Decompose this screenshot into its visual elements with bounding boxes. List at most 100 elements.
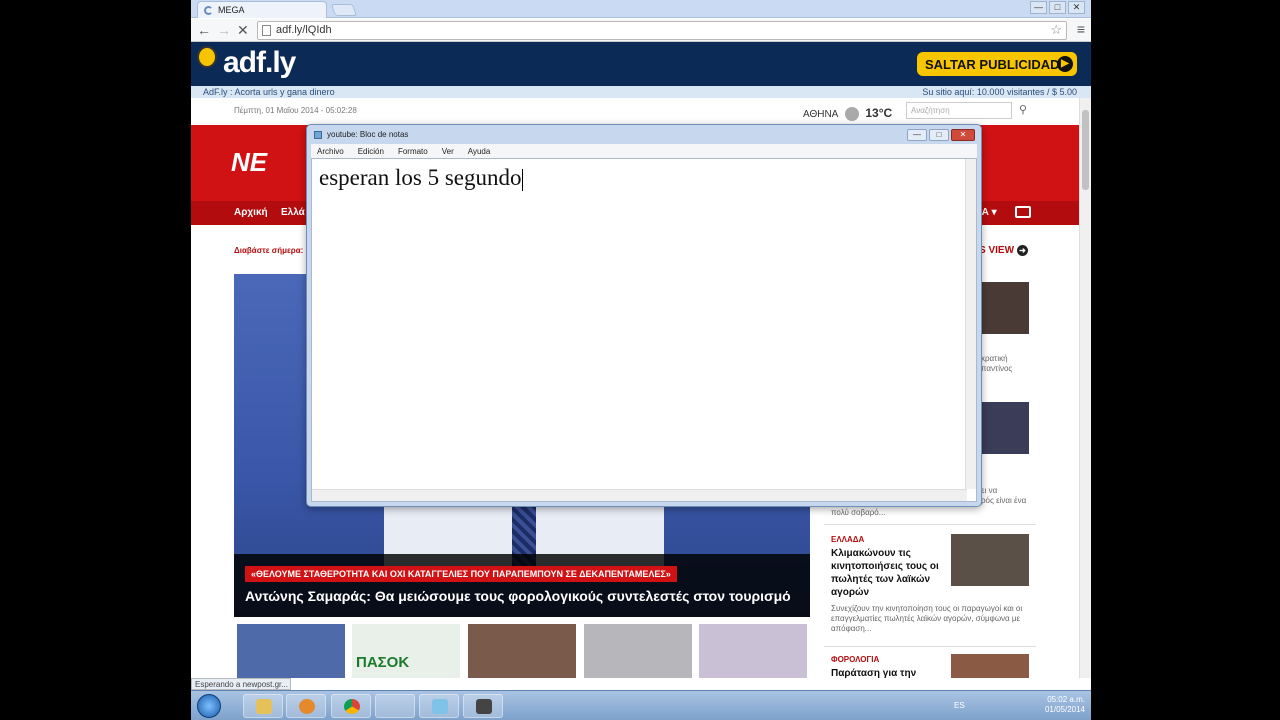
hero-caption: «ΘΕΛΟΥΜΕ ΣΤΑΘΕΡΟΤΗΤΑ ΚΑΙ ΟΧΙ ΚΑΤΑΓΓΕΛΙΕΣ…	[234, 554, 810, 617]
site-date: Πέμπτη, 01 Μαΐου 2014 - 05:02:28	[234, 106, 357, 115]
nav-home[interactable]: Αρχική	[234, 207, 268, 218]
chrome-icon	[344, 699, 360, 714]
taskbar: ES 05:02 a.m. 01/05/2014	[191, 690, 1091, 720]
menu-formato[interactable]: Formato	[398, 147, 428, 158]
site-logo[interactable]: NE	[231, 147, 267, 178]
page-scrollbar[interactable]	[1079, 98, 1091, 678]
skip-ad-button[interactable]: SALTAR PUBLICIDAD ▶	[917, 52, 1077, 76]
read-today-label: Διαβάστε σήμερα:	[234, 246, 304, 255]
clock-time: 05:02 a.m.	[1047, 695, 1085, 704]
tab-title: MEGA	[218, 5, 245, 15]
weather-city: ΑΘΗΝΑ	[803, 109, 838, 120]
story-photo[interactable]	[951, 534, 1029, 586]
camera-icon	[476, 699, 492, 714]
story-category[interactable]: ΕΛΛΑΔΑ	[831, 535, 864, 544]
maximize-button[interactable]: □	[1049, 1, 1066, 14]
clock-date: 01/05/2014	[1044, 705, 1085, 714]
notepad-maximize-button[interactable]: □	[929, 129, 949, 141]
taskbar-explorer[interactable]	[243, 694, 283, 718]
url-text: adf.ly/lQIdh	[276, 24, 332, 36]
address-bar[interactable]: adf.ly/lQIdh ☆	[257, 21, 1067, 40]
window-controls: — □ ✕	[1030, 1, 1085, 14]
notepad-text[interactable]: esperan los 5 segundo	[319, 165, 523, 191]
taskbar-recorder[interactable]	[463, 694, 503, 718]
view-label: S VIEW	[979, 245, 1015, 256]
book-icon[interactable]	[1015, 206, 1031, 218]
adfly-tagline[interactable]: AdF.ly : Acorta urls y gana dinero	[203, 87, 335, 97]
adfly-info-bar: AdF.ly : Acorta urls y gana dinero Su si…	[191, 86, 1091, 98]
taskbar-app[interactable]	[375, 694, 415, 718]
tab-mega[interactable]: MEGA	[197, 1, 327, 18]
clock[interactable]: 05:02 a.m. 01/05/2014	[1045, 695, 1085, 715]
new-tab-button[interactable]	[330, 4, 358, 16]
start-button[interactable]	[197, 694, 221, 718]
back-arrow-icon[interactable]: ←	[197, 22, 211, 38]
bee-logo-icon	[197, 46, 217, 68]
taskbar-notepad[interactable]	[419, 694, 459, 718]
adfly-promo[interactable]: Su sitio aquí: 10.000 visitantes / $ 5.0…	[922, 86, 1077, 98]
language-indicator[interactable]: ES	[954, 701, 965, 710]
adfly-banner: adf.ly SALTAR PUBLICIDAD ▶	[191, 42, 1091, 86]
thumb-3[interactable]	[468, 624, 576, 678]
close-button[interactable]: ✕	[1068, 1, 1085, 14]
minimize-button[interactable]: —	[1030, 1, 1047, 14]
side-fragment: παντίνος	[981, 364, 1013, 373]
notepad-minimize-button[interactable]: —	[907, 129, 927, 141]
weather-temp: 13°C	[865, 106, 893, 120]
status-bar: Esperando a newpost.gr...	[191, 678, 291, 690]
menu-ver[interactable]: Ver	[442, 147, 454, 158]
thumb-4[interactable]	[584, 624, 692, 678]
taskbar-chrome[interactable]	[331, 694, 371, 718]
notepad-controls: — □ ✕	[907, 129, 975, 141]
notepad-title: youtube: Bloc de notas	[327, 130, 409, 139]
nav-greece[interactable]: Ελλά	[281, 207, 305, 218]
thumb-2[interactable]: ΠΑΣΟΚ	[352, 624, 460, 678]
weather-widget: ΑΘΗΝΑ 13°C	[803, 106, 893, 122]
play-arrow-icon: ▶	[1057, 56, 1073, 72]
browser-toolbar: ← → ✕ adf.ly/lQIdh ☆ ≡	[191, 19, 1091, 42]
site-search-input[interactable]: Αναζήτηση	[906, 102, 1012, 119]
scroll-thumb[interactable]	[1082, 110, 1089, 190]
taskbar-media[interactable]	[286, 694, 326, 718]
hero-kicker: «ΘΕΛΟΥΜΕ ΣΤΑΘΕΡΟΤΗΤΑ ΚΑΙ ΟΧΙ ΚΑΤΑΓΓΕΛΙΕΣ…	[245, 566, 677, 582]
story-photo[interactable]	[951, 654, 1029, 678]
menu-ayuda[interactable]: Ayuda	[468, 147, 491, 158]
story-title[interactable]: Παράταση για την καταβολή ΦΠΑ	[831, 667, 946, 678]
folder-icon	[256, 699, 272, 714]
moon-icon	[844, 107, 859, 122]
side-fragment: ρός είναι ένα	[981, 496, 1027, 505]
notepad-vscrollbar[interactable]	[965, 159, 976, 489]
skip-ad-label: SALTAR PUBLICIDAD	[925, 57, 1060, 72]
forward-arrow-icon[interactable]: →	[217, 22, 231, 38]
side-fragment: ει να	[981, 486, 998, 495]
story-title[interactable]: Κλιμακώνουν τις κινητοποιήσεις τους οι π…	[831, 547, 946, 599]
menu-archivo[interactable]: Archivo	[317, 147, 344, 158]
thumb-pasok-label: ΠΑΣΟΚ	[356, 654, 410, 671]
side-fragment: κρατική	[981, 354, 1008, 363]
search-icon[interactable]: ⚲	[1019, 103, 1027, 116]
star-icon[interactable]: ☆	[1050, 22, 1062, 38]
story-summary: Συνεχίζουν την κινητοποίηση τους οι παρα…	[831, 604, 1023, 633]
notepad-window[interactable]: youtube: Bloc de notas — □ ✕ Archivo Edi…	[306, 124, 982, 507]
stop-icon[interactable]: ✕	[237, 22, 249, 38]
side-fragment: πολύ σοβαρό...	[831, 508, 886, 517]
notepad-hscrollbar[interactable]	[312, 489, 967, 501]
adfly-logo: adf.ly	[223, 46, 296, 79]
page-icon	[262, 25, 271, 36]
tab-strip: MEGA — □ ✕	[191, 0, 1091, 18]
view-link[interactable]: S VIEW ➜	[979, 245, 1029, 256]
menu-edicion[interactable]: Edición	[358, 147, 384, 158]
media-player-icon	[299, 699, 315, 714]
loading-spinner-icon	[204, 6, 213, 15]
hero-headline[interactable]: Αντώνης Σαμαράς: Θα μειώσουμε τους φορολ…	[245, 588, 791, 604]
arrow-right-icon: ➜	[1017, 245, 1029, 256]
divider	[824, 524, 1036, 525]
notepad-taskbar-icon	[432, 699, 448, 714]
notepad-editor[interactable]: esperan los 5 segundo	[311, 158, 977, 502]
divider	[824, 646, 1036, 647]
thumb-1[interactable]	[237, 624, 345, 678]
thumb-5[interactable]	[699, 624, 807, 678]
story-category[interactable]: ΦΟΡΟΛΟΓΙΑ	[831, 655, 879, 664]
notepad-close-button[interactable]: ✕	[951, 129, 975, 141]
menu-icon[interactable]: ≡	[1077, 21, 1085, 37]
